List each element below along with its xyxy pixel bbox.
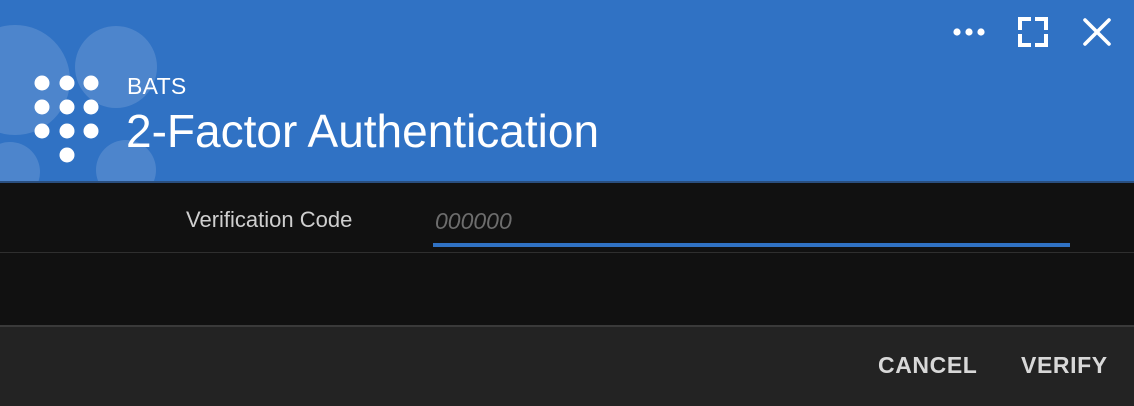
verification-code-input[interactable] bbox=[433, 199, 1070, 247]
close-button[interactable] bbox=[1077, 12, 1117, 52]
dialog-header: BATS 2-Factor Authentication bbox=[0, 0, 1134, 181]
app-name: BATS bbox=[127, 73, 187, 99]
cancel-button[interactable]: CANCEL bbox=[878, 352, 977, 379]
verification-code-label: Verification Code bbox=[186, 207, 353, 232]
keypad-dots-logo-icon bbox=[34, 75, 99, 163]
more-options-button[interactable] bbox=[949, 12, 989, 52]
fullscreen-button[interactable] bbox=[1013, 12, 1053, 52]
dialog-title: 2-Factor Authentication bbox=[126, 105, 600, 157]
close-icon bbox=[1083, 18, 1111, 46]
empty-row bbox=[0, 253, 1134, 325]
more-horizontal-icon bbox=[953, 28, 985, 36]
fullscreen-icon bbox=[1018, 17, 1048, 47]
verify-button[interactable]: VERIFY bbox=[1021, 352, 1108, 379]
